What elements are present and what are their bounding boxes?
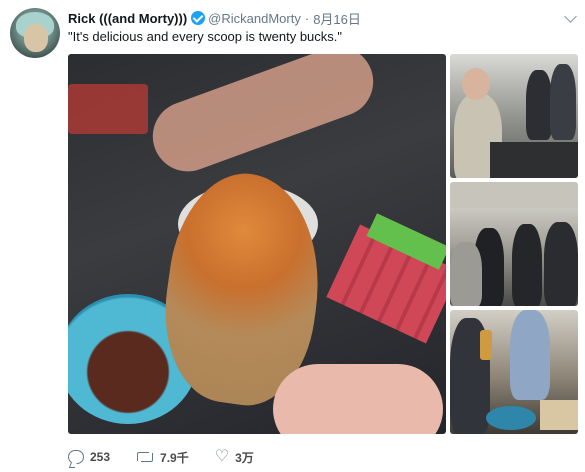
photo-pouring-sauce[interactable] <box>450 310 578 434</box>
food-tray <box>540 400 578 430</box>
avatar[interactable] <box>10 8 60 58</box>
like-button[interactable]: ♡ 3万 <box>215 449 254 466</box>
reply-icon <box>68 450 84 464</box>
tweet-actions: 253 7.9千 ♡ 3万 <box>68 446 568 468</box>
person-standing <box>526 70 552 140</box>
sauce-tray <box>68 84 148 134</box>
hand <box>273 364 443 434</box>
tweet-date[interactable]: 8月16日 <box>313 9 361 28</box>
reply-button[interactable]: 253 <box>68 450 110 464</box>
person-head <box>462 68 490 100</box>
photo-people-tasting[interactable] <box>450 54 578 178</box>
display-name[interactable]: Rick (((and Morty))) <box>68 11 187 26</box>
separator-dot: · <box>304 10 310 26</box>
media-grid <box>68 54 578 434</box>
retweet-count: 7.9千 <box>160 450 189 465</box>
ceiling <box>450 182 578 208</box>
person-standing <box>512 224 542 306</box>
retweet-icon <box>136 451 154 463</box>
photo-group-standing[interactable] <box>450 182 578 306</box>
person-standing <box>544 222 578 306</box>
sauce-bowl <box>486 406 536 430</box>
tweet-text: "It's delicious and every scoop is twent… <box>68 29 343 44</box>
like-count: 3万 <box>235 450 254 465</box>
reply-count: 253 <box>90 450 111 464</box>
blurred-arm <box>142 54 384 182</box>
person-standing <box>510 310 550 400</box>
sauce-bottle <box>480 330 492 360</box>
user-handle[interactable]: @RickandMorty <box>208 11 301 26</box>
heart-icon: ♡ <box>214 448 230 465</box>
rick-face <box>24 24 48 52</box>
tweet-header: Rick (((and Morty))) @RickandMorty · 8月1… <box>68 9 568 27</box>
verified-badge-icon <box>191 11 206 25</box>
person-standing <box>550 64 576 140</box>
person-seated <box>450 242 482 306</box>
retweet-button[interactable]: 7.9千 <box>136 449 189 466</box>
photo-nugget-with-sauce[interactable] <box>68 54 446 434</box>
table <box>490 142 578 178</box>
